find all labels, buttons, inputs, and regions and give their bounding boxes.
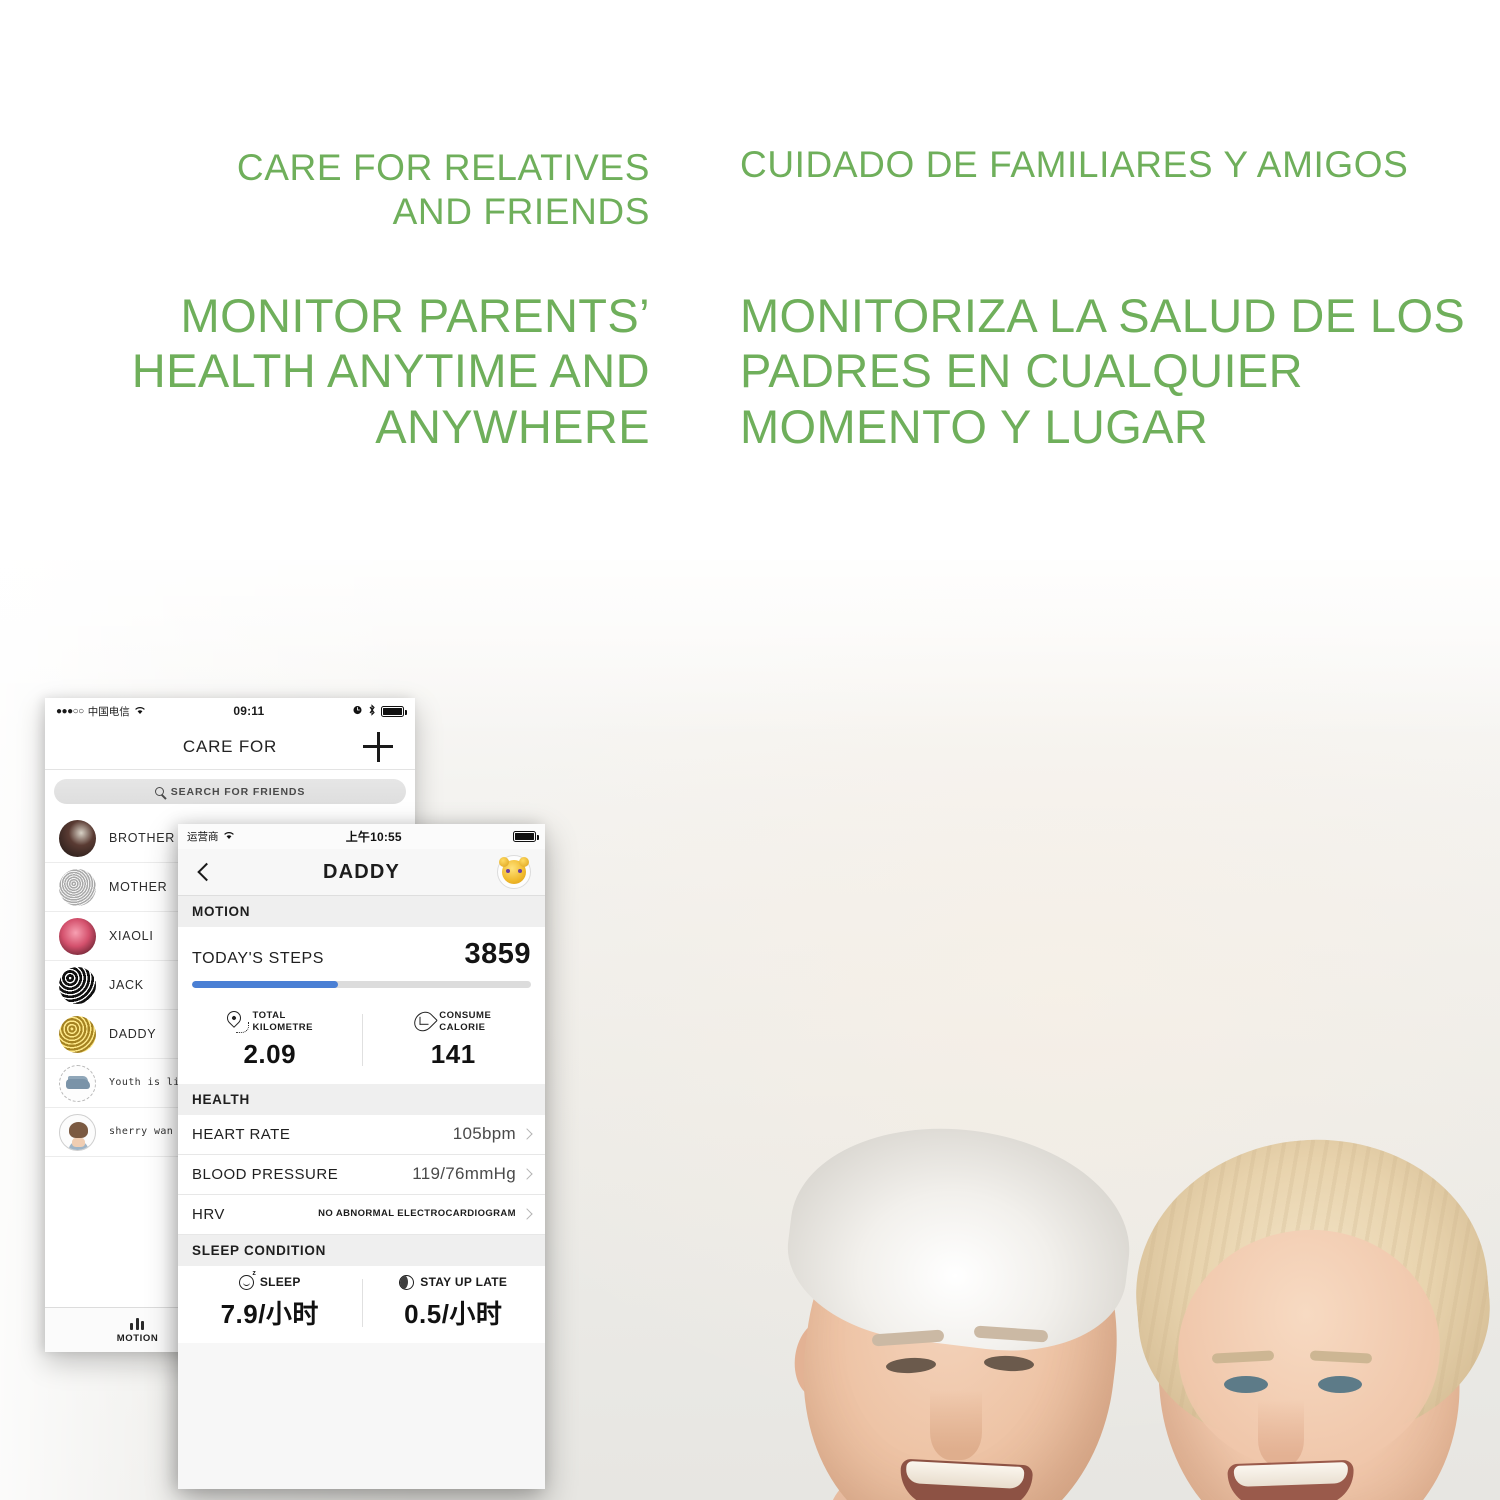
- navbar-left: CARE FOR: [45, 724, 415, 770]
- kicker-spanish: CUIDADO DE FAMILIARES Y AMIGOS: [740, 144, 1409, 185]
- avatar: [59, 917, 96, 955]
- section-header-sleep: SLEEP CONDITION: [178, 1234, 545, 1266]
- page-title: CARE FOR: [182, 736, 278, 756]
- health-row-heart-rate[interactable]: HEART RATE 105bpm: [178, 1114, 545, 1155]
- signal-dots-icon: ●●●○○: [56, 705, 84, 717]
- progress-fill: [192, 981, 338, 988]
- kicker-english: CARE FOR RELATIVES AND FRIENDS: [236, 147, 650, 232]
- status-right-group: [352, 703, 407, 719]
- metric-total-kilometre[interactable]: TOTAL KILOMETRE 2.09: [178, 1007, 362, 1070]
- metric-value: 7.9/小时: [220, 1298, 319, 1329]
- row-value: 105bpm: [452, 1124, 516, 1144]
- page-title: DADDY: [322, 860, 401, 883]
- avatar: [59, 1015, 96, 1053]
- row-label: HRV: [192, 1205, 225, 1223]
- headline-english: MONITOR PARENTS’ HEALTH ANYTIME AND ANYW…: [131, 289, 650, 453]
- row-value: 119/76mmHg: [412, 1164, 516, 1184]
- metric-caption: CONSUME CALORIE: [439, 1010, 491, 1034]
- search-input[interactable]: SEARCH FOR FRIENDS: [54, 779, 406, 804]
- section-header-health: HEALTH: [178, 1083, 545, 1115]
- avatar: [59, 1113, 96, 1151]
- man-nose: [930, 1390, 982, 1460]
- friend-name: sherry wan: [109, 1126, 174, 1138]
- metric-value: 2.09: [243, 1038, 297, 1069]
- steps-label: TODAY'S STEPS: [192, 950, 325, 967]
- status-bar-left: ●●●○○ 中国电信 09:11: [45, 698, 415, 724]
- sleep-metrics: z SLEEP 7.9/小时 STAY UP LATE 0.5/小时: [178, 1265, 546, 1343]
- status-left-group-right: 运营商: [187, 829, 235, 844]
- status-bar-right: 运营商 上午10:55: [178, 824, 545, 849]
- status-right-group-right: [513, 831, 539, 842]
- headline-block: CARE FOR RELATIVES AND FRIENDS MONITOR P…: [0, 0, 1500, 560]
- carrier-label: 中国电信: [87, 705, 130, 718]
- sleep-smile-icon: z: [238, 1270, 256, 1290]
- phone-screenshot-daddy-detail: 运营商 上午10:55 DADDY MOTION TODAY'S STEPS 3…: [178, 824, 545, 1489]
- avatar: [59, 966, 96, 1004]
- avatar: [59, 868, 96, 906]
- carrier-label: 运营商: [187, 831, 219, 843]
- metric-sleep[interactable]: z SLEEP 7.9/小时: [178, 1270, 362, 1331]
- wifi-icon: [223, 830, 235, 843]
- headline-spanish: MONITORIZA LA SALUD DE LOS PADRES EN CUA…: [740, 289, 1466, 453]
- alarm-icon: [352, 704, 363, 718]
- navbar-right: DADDY: [178, 849, 545, 896]
- friend-name: BROTHER: [109, 831, 176, 845]
- chevron-right-icon: [521, 1168, 533, 1180]
- row-label: HEART RATE: [192, 1125, 291, 1143]
- wifi-icon: [134, 705, 146, 718]
- woman-nose: [1258, 1400, 1304, 1466]
- steps-value: 3859: [464, 938, 531, 970]
- bluetooth-icon: [368, 703, 376, 719]
- health-row-blood-pressure[interactable]: BLOOD PRESSURE 119/76mmHg: [178, 1154, 545, 1195]
- woman-eye-right: [1318, 1376, 1362, 1393]
- metric-caption: TOTAL KILOMETRE: [253, 1010, 313, 1034]
- metric-caption-line2: CALORIE: [439, 1021, 486, 1033]
- progress-track: [192, 981, 531, 988]
- friend-name: JACK: [109, 978, 144, 992]
- row-label: BLOOD PRESSURE: [192, 1165, 339, 1183]
- health-row-hrv[interactable]: HRV NO ABNORMAL ELECTROCARDIOGRAM: [178, 1194, 545, 1235]
- metric-caption-line1: TOTAL: [252, 1010, 286, 1021]
- friend-name: XIAOLI: [109, 929, 154, 943]
- location-pin-icon: [223, 1007, 249, 1033]
- chevron-right-icon: [521, 1208, 533, 1220]
- metric-value: 0.5/小时: [404, 1298, 503, 1329]
- row-value: NO ABNORMAL ELECTROCARDIOGRAM: [318, 1208, 516, 1220]
- chevron-right-icon: [521, 1128, 533, 1140]
- woman-eye-left: [1224, 1376, 1268, 1393]
- section-header-motion: MOTION: [178, 896, 545, 927]
- metric-consume-calorie[interactable]: CONSUME CALORIE 141: [361, 1008, 546, 1070]
- avatar: [59, 819, 96, 857]
- tab-label: MOTION: [116, 1333, 159, 1344]
- metric-value: 141: [430, 1038, 476, 1069]
- avatar: [59, 1064, 96, 1102]
- metric-stay-up-late[interactable]: STAY UP LATE 0.5/小时: [361, 1274, 546, 1331]
- battery-icon: [513, 831, 539, 842]
- search-icon: [154, 787, 164, 796]
- steps-row: TODAY'S STEPS 3859: [178, 927, 545, 971]
- steps-progress: [178, 971, 545, 1001]
- metric-caption: STAY UP LATE: [420, 1275, 508, 1290]
- friend-name: DADDY: [109, 1027, 157, 1041]
- search-zone: SEARCH FOR FRIENDS: [45, 770, 415, 814]
- add-friend-button[interactable]: [363, 731, 393, 762]
- woman-teeth: [1233, 1462, 1349, 1487]
- metric-caption-line2: KILOMETRE: [252, 1021, 313, 1033]
- search-placeholder: SEARCH FOR FRIENDS: [170, 785, 306, 798]
- metric-caption: SLEEP: [259, 1275, 301, 1290]
- bear-avatar-icon[interactable]: [497, 855, 531, 889]
- flame-icon: [410, 1008, 439, 1036]
- back-chevron-icon[interactable]: [197, 862, 216, 882]
- status-left-group: ●●●○○ 中国电信: [56, 704, 146, 719]
- status-time: 上午10:55: [345, 830, 402, 844]
- moon-icon: [399, 1274, 415, 1290]
- status-time: 09:11: [233, 704, 265, 718]
- battery-icon: [381, 705, 407, 717]
- motion-metrics: TOTAL KILOMETRE 2.09 CONSUME CALORIE 141: [178, 1001, 545, 1084]
- friend-name: MOTHER: [109, 880, 168, 894]
- bar-chart-icon: [129, 1316, 146, 1330]
- metric-caption-line1: CONSUME: [439, 1010, 492, 1021]
